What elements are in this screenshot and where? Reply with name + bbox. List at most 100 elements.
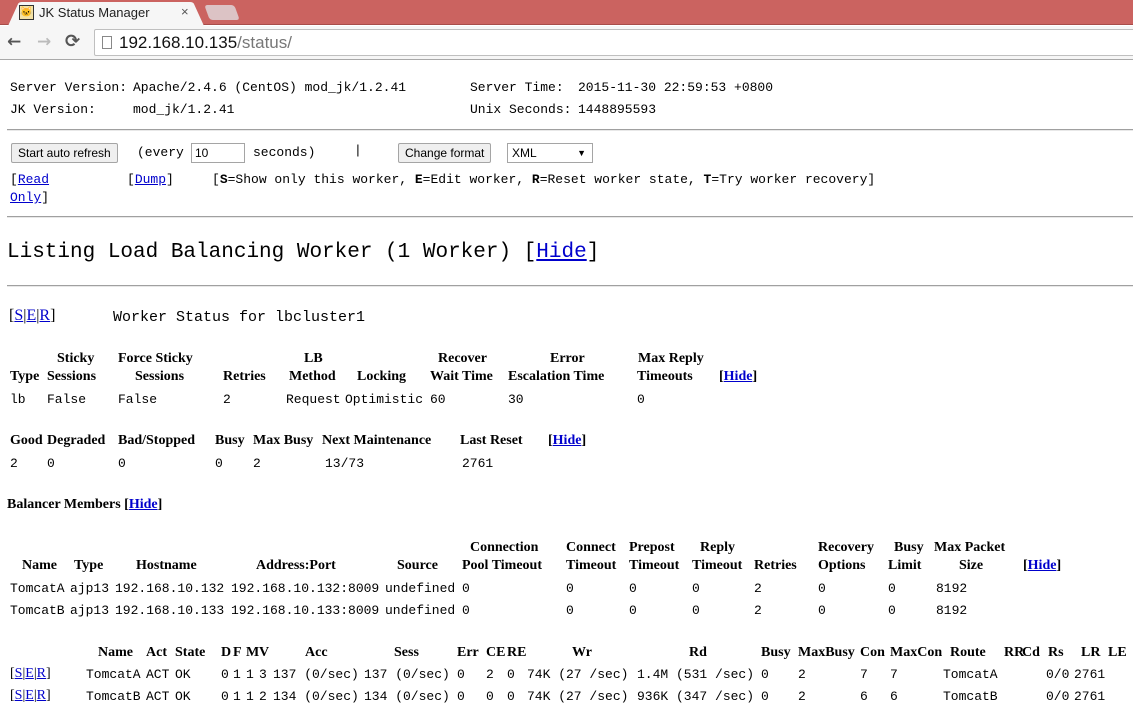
edit-worker-link[interactable]: E: [26, 307, 36, 324]
cell: OK: [175, 667, 191, 682]
cell: ACT: [146, 667, 170, 682]
reload-icon[interactable]: ⟳: [65, 32, 80, 52]
col-header: Retries: [754, 558, 797, 573]
read-only-link-line1[interactable]: Read: [18, 172, 49, 187]
cell: 30: [508, 392, 524, 407]
col-header: F: [233, 645, 242, 660]
col-header: Locking: [357, 369, 407, 384]
cell: 134 (0/sec): [273, 689, 359, 704]
col-header: Busy: [894, 540, 924, 555]
address-bar[interactable]: 192.168.10.135/status/: [94, 29, 1133, 56]
cell: 2: [798, 667, 806, 682]
col-header: Max Busy: [253, 433, 314, 448]
forward-icon[interactable]: →: [37, 32, 51, 52]
separator: |: [354, 143, 362, 158]
new-tab-button[interactable]: [204, 5, 240, 20]
cell: 0: [629, 581, 637, 596]
col-header: Recovery: [818, 540, 874, 555]
cell: 0: [462, 603, 470, 618]
col-header: LB: [304, 351, 323, 366]
col-header: Busy: [215, 433, 245, 448]
change-format-button[interactable]: Change format: [398, 143, 492, 163]
cell: 1.4M (531 /sec): [637, 667, 755, 682]
worker-action-links: [S|E|R]: [9, 307, 56, 324]
reset-worker-link[interactable]: R: [39, 307, 50, 324]
cell: OK: [175, 689, 191, 704]
cell: 2: [486, 667, 494, 682]
col-header: Sessions: [135, 369, 185, 384]
format-selected: XML: [512, 146, 537, 160]
cell: 6: [860, 689, 868, 704]
server-version-value: Apache/2.4.6 (CentOS) mod_jk/1.2.41: [133, 80, 407, 95]
url-text[interactable]: 192.168.10.135/status/: [119, 33, 292, 53]
show-member-link[interactable]: S: [15, 688, 23, 703]
listing-hide-link[interactable]: Hide: [536, 241, 586, 264]
col-header: Next Maintenance: [322, 433, 432, 448]
divider: [7, 216, 1133, 218]
col-header: Force Sticky: [118, 351, 193, 366]
format-select[interactable]: XML ▼: [507, 143, 593, 163]
reset-member-link[interactable]: R: [37, 688, 46, 703]
worker-status-hide-link[interactable]: Hide: [553, 433, 582, 448]
read-only-link-line2[interactable]: Only: [10, 190, 41, 205]
cell: 0: [566, 581, 574, 596]
cell: 192.168.10.133: [115, 603, 225, 618]
col-header: Source: [397, 558, 438, 573]
legend-e-key: E: [414, 172, 423, 187]
legend-t-text: =Try worker recovery]: [711, 172, 876, 187]
cell: 1: [233, 689, 241, 704]
col-header: Sess: [394, 645, 419, 660]
cell: 0: [462, 581, 470, 596]
edit-member-link[interactable]: E: [25, 666, 34, 681]
cell: 0: [566, 603, 574, 618]
cell: 2761: [462, 456, 494, 471]
cell: 0: [118, 456, 126, 471]
cell: TomcatB: [943, 689, 998, 704]
dump-link[interactable]: Dump: [135, 172, 166, 187]
members-config-hide-link[interactable]: Hide: [1028, 558, 1057, 573]
cell: ajp13: [70, 603, 110, 618]
edit-member-link[interactable]: E: [25, 688, 34, 703]
worker-config-hide-link[interactable]: Hide: [724, 369, 753, 384]
cell: 0: [637, 392, 645, 407]
cell: 6: [890, 689, 898, 704]
col-header: Sticky: [57, 351, 95, 366]
col-header: Cd: [1022, 645, 1040, 660]
start-auto-refresh-button[interactable]: Start auto refresh: [11, 143, 118, 163]
cell: ajp13: [70, 581, 110, 596]
balancer-members-hide-link[interactable]: Hide: [129, 497, 158, 512]
read-only-link-wrap[interactable]: Only]: [10, 190, 49, 205]
tomcat-icon: 🐱: [19, 5, 34, 20]
col-header: CE: [486, 645, 506, 660]
reset-member-link[interactable]: R: [37, 666, 46, 681]
url-path: /status/: [237, 33, 292, 52]
col-header: Sessions: [47, 369, 97, 384]
col-header: Timeouts: [637, 369, 693, 384]
col-header: Timeout: [692, 558, 743, 573]
col-header: Route: [950, 645, 986, 660]
col-header: Connect: [566, 540, 616, 555]
cell: TomcatB: [10, 603, 65, 618]
listing-title: Listing Load Balancing Worker (1 Worker)…: [7, 241, 537, 264]
page-icon: [102, 36, 112, 49]
action-legend: [S=Show only this worker, E=Edit worker,…: [212, 172, 876, 187]
col-header: LE: [1108, 645, 1127, 660]
col-header: D: [221, 645, 232, 660]
tab-title: JK Status Manager: [39, 5, 150, 20]
cell: 60: [430, 392, 446, 407]
members-config-hide: [Hide]: [1023, 558, 1062, 573]
close-tab-icon[interactable]: ×: [181, 4, 189, 19]
col-header: Method: [289, 369, 336, 384]
show-worker-link[interactable]: S: [14, 307, 23, 324]
col-header: Name: [98, 645, 133, 660]
col-header: Timeout: [629, 558, 680, 573]
cell: Request: [286, 392, 341, 407]
show-member-link[interactable]: S: [15, 666, 23, 681]
refresh-seconds-input[interactable]: 10: [191, 143, 245, 163]
back-icon[interactable]: ←: [7, 32, 21, 52]
cell: 0: [457, 689, 465, 704]
jk-version-value: mod_jk/1.2.41: [133, 102, 235, 117]
read-only-link[interactable]: [Read: [10, 172, 49, 187]
cell: 1: [233, 667, 241, 682]
cell: 74K (27 /sec): [527, 689, 629, 704]
